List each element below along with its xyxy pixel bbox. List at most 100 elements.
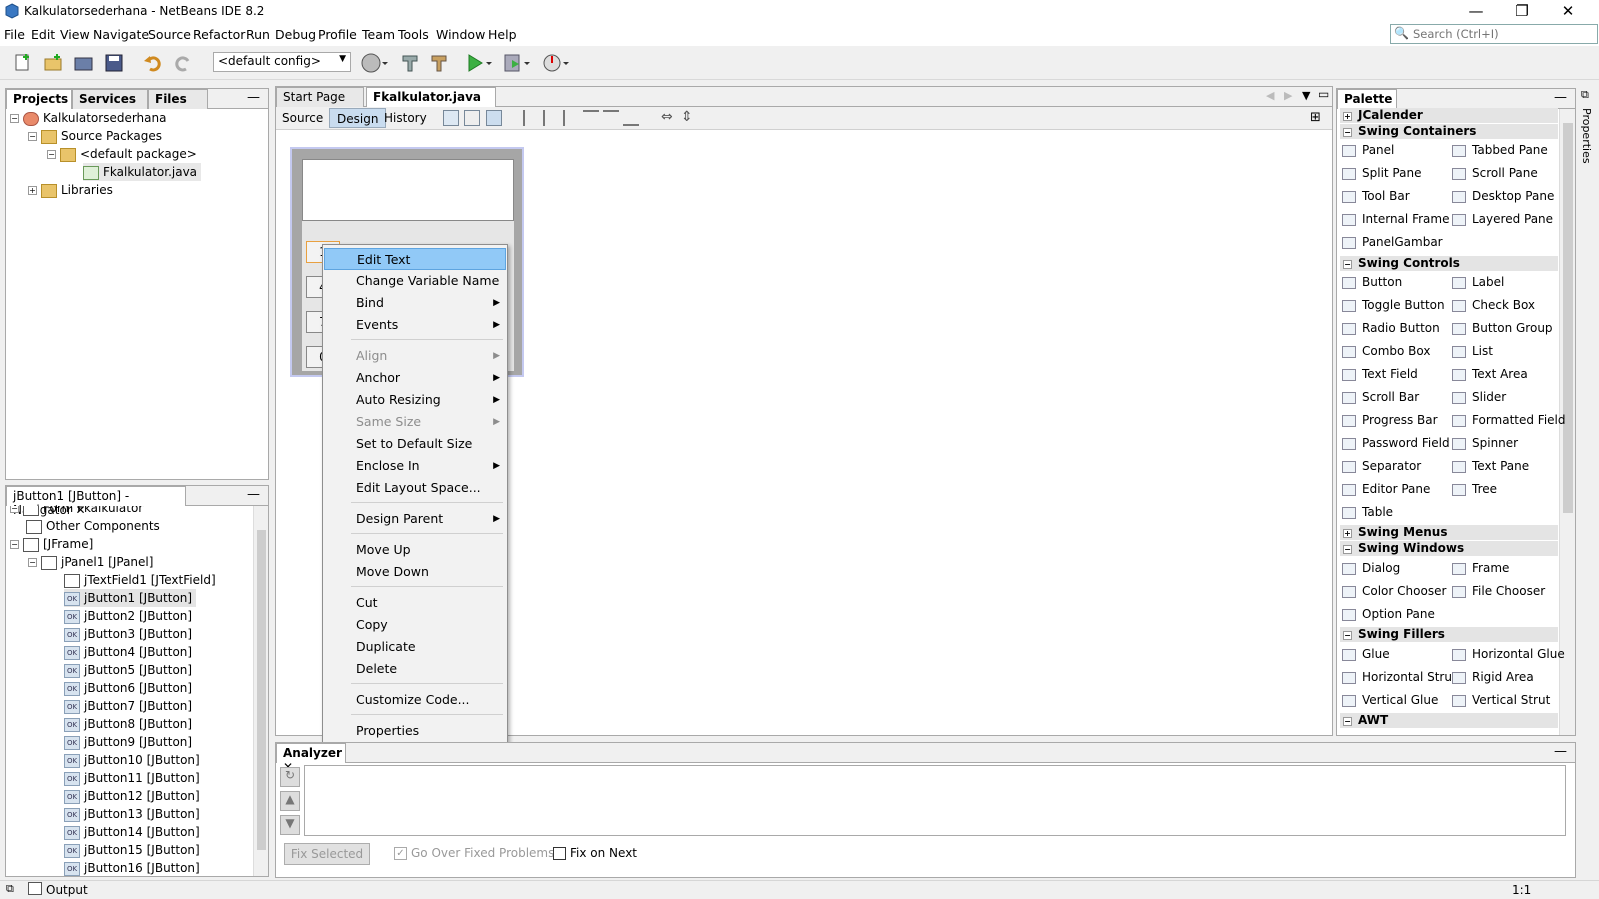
new-file-icon[interactable] — [12, 52, 34, 74]
nav-jbutton11[interactable]: OK jButton11 [JButton] — [64, 769, 200, 787]
palette-item-scroll-pane[interactable]: Scroll Pane — [1452, 163, 1538, 183]
menu-item-copy[interactable]: Copy — [324, 614, 506, 636]
menu-window[interactable]: Window — [436, 27, 485, 42]
nav-jbutton8[interactable]: OK jButton8 [JButton] — [64, 715, 192, 733]
tree-source-packages[interactable]: − Source Packages — [28, 127, 162, 145]
restore-button[interactable]: ❐ — [1499, 0, 1545, 24]
palette-item-tool-bar[interactable]: Tool Bar — [1342, 186, 1410, 206]
palette-item-separator[interactable]: Separator — [1342, 456, 1421, 476]
tab-fkalkulator[interactable]: Fkalkulator.java ✕ — [366, 87, 496, 118]
align-middle-icon[interactable] — [603, 110, 619, 126]
tab-analyzer[interactable]: Analyzer ✕ — [276, 743, 346, 774]
menu-file[interactable]: File — [4, 27, 25, 42]
menu-item-design-parent[interactable]: Design Parent ▶ — [324, 508, 506, 530]
menu-item-move-up[interactable]: Move Up — [324, 539, 506, 561]
menu-run[interactable]: Run — [246, 27, 270, 42]
go-over-fixed-checkbox[interactable]: ✓ Go Over Fixed Problems — [394, 846, 554, 860]
palette-section-swing-menus[interactable]: + Swing Menus — [1340, 525, 1558, 540]
palette-item-tabbed-pane[interactable]: Tabbed Pane — [1452, 140, 1548, 160]
nav-jbutton15[interactable]: OK jButton15 [JButton] — [64, 841, 200, 859]
properties-tab-label[interactable]: Properties — [1580, 108, 1593, 164]
palette-item-label[interactable]: Label — [1452, 272, 1504, 292]
new-project-icon[interactable] — [42, 52, 64, 74]
arrow-down-icon[interactable]: ▼ — [280, 815, 300, 835]
palette-item-file-chooser[interactable]: File Chooser — [1452, 581, 1545, 601]
menu-item-edit-text[interactable]: Edit Text — [324, 248, 506, 270]
menu-edit[interactable]: Edit — [31, 27, 55, 42]
palette-item-rigid-area[interactable]: Rigid Area — [1452, 667, 1534, 687]
search-input[interactable] — [1413, 26, 1593, 42]
menu-item-anchor[interactable]: Anchor ▶ — [324, 367, 506, 389]
nav-jbutton4[interactable]: OK jButton4 [JButton] — [64, 643, 192, 661]
scroll-left-icon[interactable]: ◀ — [1266, 89, 1274, 102]
properties-side-tab[interactable]: ⧉ Properties — [1578, 88, 1598, 188]
tab-navigator[interactable]: jButton1 [JButton] - Navigator ✕ — [6, 486, 186, 517]
menu-view[interactable]: View — [60, 27, 90, 42]
tab-palette[interactable]: Palette ✕ — [1337, 89, 1397, 120]
align-center-icon[interactable] — [543, 110, 559, 126]
menu-debug[interactable]: Debug — [275, 27, 316, 42]
minimize-panel-icon[interactable]: — — [247, 487, 260, 502]
palette-item-text-field[interactable]: Text Field — [1342, 364, 1418, 384]
minimize-panel-icon[interactable]: — — [1554, 90, 1567, 105]
restore-window-icon[interactable]: ⧉ — [6, 882, 14, 896]
palette-item-vertical-strut[interactable]: Vertical Strut — [1452, 690, 1550, 710]
nav-jbutton9[interactable]: OK jButton9 [JButton] — [64, 733, 192, 751]
scrollbar-thumb[interactable] — [257, 530, 266, 850]
palette-item-slider[interactable]: Slider — [1452, 387, 1506, 407]
palette-item-spinner[interactable]: Spinner — [1452, 433, 1518, 453]
tree-project-root[interactable]: − Kalkulatorsederhana — [10, 109, 166, 127]
form-textfield[interactable] — [302, 159, 514, 221]
menu-item-auto-resizing[interactable]: Auto Resizing ▶ — [324, 389, 506, 411]
palette-item-desktop-pane[interactable]: Desktop Pane — [1452, 186, 1554, 206]
tree-file-fkalkulator[interactable]: Fkalkulator.java — [83, 163, 202, 181]
run-icon[interactable] — [464, 52, 492, 74]
close-button[interactable]: ✕ — [1545, 0, 1591, 24]
maximize-icon[interactable]: ▭ — [1318, 87, 1329, 101]
nav-jbutton7[interactable]: OK jButton7 [JButton] — [64, 697, 192, 715]
palette-section-swing-fillers[interactable]: − Swing Fillers — [1340, 627, 1558, 642]
menu-profile[interactable]: Profile — [318, 27, 357, 42]
preview-design-icon[interactable] — [486, 110, 502, 126]
menu-navigate[interactable]: Navigate — [93, 27, 149, 42]
menu-item-cut[interactable]: Cut — [324, 592, 506, 614]
output-icon[interactable] — [28, 882, 42, 895]
menu-item-set-default-size[interactable]: Set to Default Size — [324, 433, 506, 455]
fix-selected-button[interactable]: Fix Selected — [284, 843, 370, 865]
palette-section-swing-containers[interactable]: − Swing Containers — [1340, 124, 1558, 139]
palette-item-button-group[interactable]: Button Group — [1452, 318, 1553, 338]
mode-source[interactable]: Source — [282, 111, 323, 125]
nav-jbutton1[interactable]: OK jButton1 [JButton] — [64, 589, 197, 607]
nav-jbutton2[interactable]: OK jButton2 [JButton] — [64, 607, 192, 625]
nav-jbutton3[interactable]: OK jButton3 [JButton] — [64, 625, 192, 643]
palette-item-radio-button[interactable]: Radio Button — [1342, 318, 1440, 338]
palette-item-check-box[interactable]: Check Box — [1452, 295, 1535, 315]
align-top-icon[interactable] — [583, 110, 599, 126]
nav-jbutton13[interactable]: OK jButton13 [JButton] — [64, 805, 200, 823]
palette-item-frame[interactable]: Frame — [1452, 558, 1509, 578]
navigator-scrollbar[interactable] — [253, 506, 268, 876]
nav-jbutton14[interactable]: OK jButton14 [JButton] — [64, 823, 200, 841]
search-box[interactable]: 🔍 — [1390, 24, 1598, 44]
palette-item-internal-frame[interactable]: Internal Frame — [1342, 209, 1449, 229]
refresh-icon[interactable]: ↻ — [280, 767, 300, 787]
palette-item-horizontal-glue[interactable]: Horizontal Glue — [1452, 644, 1565, 664]
nav-other-components[interactable]: Other Components — [26, 517, 160, 535]
align-bottom-icon[interactable] — [623, 110, 639, 126]
menu-team[interactable]: Team — [362, 27, 395, 42]
tree-default-package[interactable]: − <default package> — [47, 145, 197, 163]
palette-item-formatted-field[interactable]: Formatted Field — [1452, 410, 1566, 430]
minimize-panel-icon[interactable]: — — [247, 90, 260, 105]
nav-jbutton12[interactable]: OK jButton12 [JButton] — [64, 787, 200, 805]
palette-item-tree[interactable]: Tree — [1452, 479, 1497, 499]
palette-item-password-field[interactable]: Password Field — [1342, 433, 1450, 453]
tab-projects[interactable]: Projects — [6, 89, 72, 109]
nav-jframe[interactable]: − [JFrame] — [10, 535, 93, 553]
palette-item-color-chooser[interactable]: Color Chooser — [1342, 581, 1446, 601]
palette-item-panelgambar[interactable]: PanelGambar — [1342, 232, 1443, 252]
palette-section-swing-controls[interactable]: − Swing Controls — [1340, 256, 1558, 271]
nav-jpanel1[interactable]: − jPanel1 [JPanel] — [28, 553, 153, 571]
debug-icon[interactable] — [502, 52, 530, 74]
tab-start-page[interactable]: Start Page ✕ — [276, 87, 364, 118]
mode-design[interactable]: Design — [329, 108, 387, 128]
